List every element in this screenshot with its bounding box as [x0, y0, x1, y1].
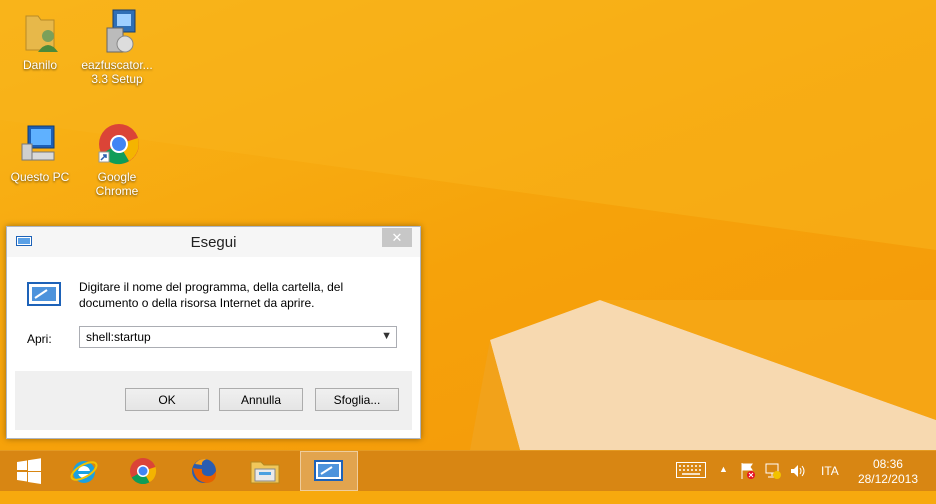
action-center-flag-icon[interactable]	[740, 462, 756, 502]
run-dialog-icon	[314, 460, 343, 481]
dialog-footer: OK Annulla Sfoglia...	[15, 371, 412, 430]
volume-icon[interactable]	[789, 462, 807, 502]
keyboard-icon[interactable]	[676, 462, 706, 502]
cancel-button[interactable]: Annulla	[219, 388, 303, 411]
internet-explorer-icon	[70, 461, 98, 483]
taskbar-chrome[interactable]	[114, 451, 172, 491]
browse-button[interactable]: Sfoglia...	[315, 388, 399, 411]
desktop-icon-label: Danilo	[22, 58, 58, 72]
desktop-icon-user-folder[interactable]: Danilo	[1, 8, 79, 72]
open-combobox[interactable]: shell:startup ▼	[79, 326, 397, 348]
start-button[interactable]	[0, 451, 58, 491]
clock[interactable]: 08:36 28/12/2013	[858, 457, 918, 487]
run-icon	[27, 281, 63, 312]
file-explorer-icon	[250, 461, 280, 484]
installer-icon	[93, 8, 141, 56]
start-icon	[17, 458, 41, 484]
taskbar-run[interactable]	[300, 451, 358, 491]
dialog-body: Digitare il nome del programma, della ca…	[15, 257, 412, 371]
taskbar-file-explorer[interactable]	[236, 451, 294, 491]
chrome-icon	[130, 458, 157, 485]
taskbar-firefox[interactable]	[175, 451, 233, 491]
computer-icon	[16, 120, 64, 168]
desktop-icon-this-pc[interactable]: Questo PC	[1, 120, 79, 184]
ok-button[interactable]: OK	[125, 388, 209, 411]
taskbar-ie[interactable]	[55, 451, 113, 491]
close-button[interactable]: ✕	[382, 228, 412, 247]
run-dialog: Esegui ✕ Digitare il nome del programma,…	[6, 226, 421, 439]
chevron-down-icon[interactable]: ▼	[381, 330, 392, 342]
taskbar: ▲ ITA 08:36 28/12/2013	[0, 450, 936, 491]
dialog-title: Esegui	[190, 234, 237, 251]
open-input[interactable]: shell:startup	[86, 330, 151, 344]
user-folder-icon	[16, 8, 64, 56]
desktop-icon-installer[interactable]: eazfuscator... 3.3 Setup	[78, 8, 156, 86]
network-icon[interactable]	[764, 462, 782, 502]
clock-time: 08:36	[872, 457, 903, 471]
desktop-icon-chrome[interactable]: Google Chrome	[78, 120, 156, 198]
open-label: Apri:	[27, 332, 52, 346]
desktop-icon-label: Google Chrome	[95, 170, 139, 198]
language-indicator[interactable]: ITA	[821, 464, 839, 504]
desktop-icon-label: eazfuscator... 3.3 Setup	[81, 58, 153, 86]
chrome-icon	[93, 120, 141, 168]
dialog-description: Digitare il nome del programma, della ca…	[79, 280, 344, 310]
clock-date: 28/12/2013	[857, 472, 918, 486]
dialog-titlebar[interactable]: Esegui ✕	[7, 227, 420, 257]
firefox-icon	[192, 458, 217, 483]
desktop-icon-label: Questo PC	[10, 170, 70, 184]
show-hidden-icons-icon[interactable]: ▲	[719, 464, 728, 504]
